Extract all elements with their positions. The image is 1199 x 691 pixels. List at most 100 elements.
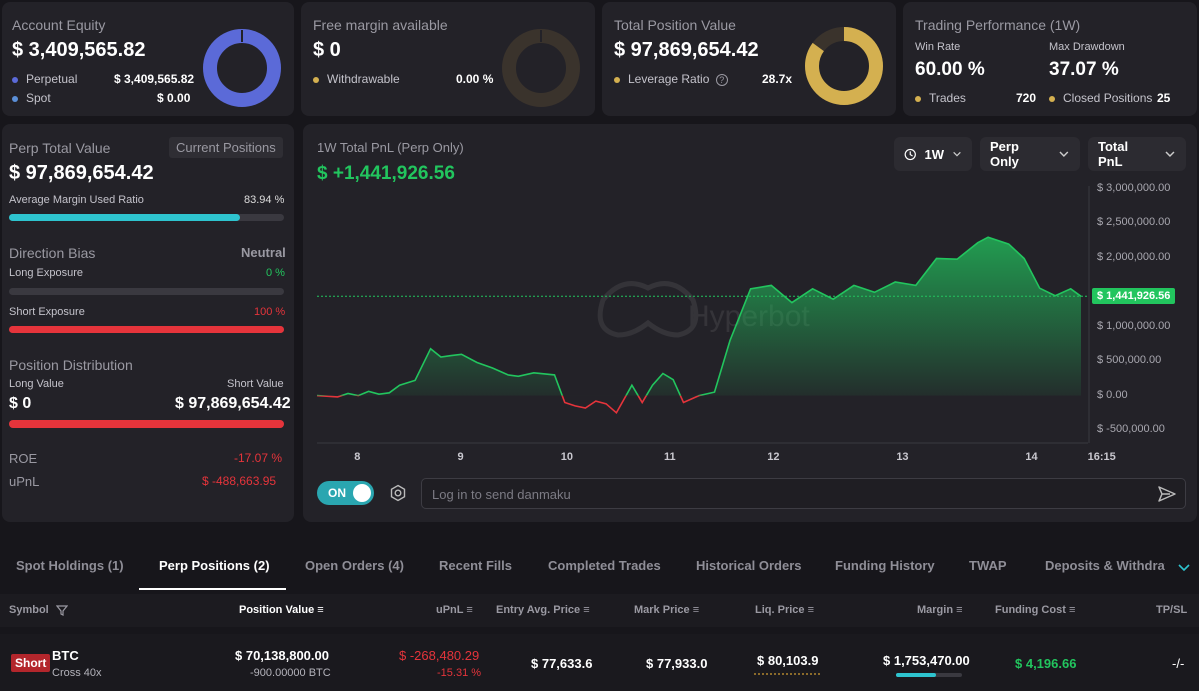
position-value-title: Total Position Value: [614, 17, 736, 33]
danmaku-toggle[interactable]: ON: [317, 481, 374, 505]
sort-icon[interactable]: ≡: [956, 604, 962, 616]
tab-recent-fills[interactable]: Recent Fills: [439, 558, 512, 573]
col-symbol[interactable]: Symbol: [9, 604, 69, 616]
perp-panel: Perp Total Value Current Positions $ 97,…: [2, 124, 294, 522]
liq-distance-indicator: [754, 673, 820, 675]
long-exposure-bar: [9, 288, 284, 295]
trades-value: 720: [1016, 91, 1037, 105]
row-upnl: $ -268,480.29: [399, 648, 480, 663]
position-distribution-label: Position Distribution: [9, 357, 133, 373]
closed-value: 25: [1157, 91, 1171, 105]
y-tick-label: $ 2,500,000.00: [1097, 216, 1171, 229]
tab-perp-positions[interactable]: Perp Positions (2): [159, 558, 270, 573]
col-symbol-label: Symbol: [9, 604, 49, 616]
win-rate-value: 60.00 %: [915, 59, 985, 80]
current-positions-button[interactable]: Current Positions: [169, 137, 283, 158]
col-entry-price[interactable]: Entry Avg. Price ≡: [496, 604, 590, 616]
leverage-label: Leverage Ratio: [628, 72, 710, 86]
danmaku-input[interactable]: Log in to send danmaku: [421, 478, 1186, 509]
perp-total-title: Perp Total Value: [9, 140, 111, 156]
send-icon[interactable]: [1157, 485, 1177, 503]
distribution-bar: [9, 420, 284, 428]
col-position-value[interactable]: Position Value ≡: [239, 604, 324, 616]
short-exposure-label: Short Exposure: [9, 306, 85, 318]
tab-twap[interactable]: TWAP: [969, 558, 1007, 573]
margin-ratio-label: Average Margin Used Ratio: [9, 194, 144, 206]
long-value-amount: $ 0: [9, 395, 32, 412]
long-exposure-label: Long Exposure: [9, 267, 83, 279]
perpetual-row: Perpetual: [12, 72, 77, 86]
tab-historical-orders[interactable]: Historical Orders: [696, 558, 802, 573]
tabs-more-chevron-icon[interactable]: [1176, 560, 1192, 574]
row-mark-price: $ 77,933.0: [646, 656, 708, 671]
sort-icon[interactable]: ≡: [1069, 604, 1075, 616]
sort-icon[interactable]: ≡: [808, 604, 814, 616]
short-exposure-bar: [9, 326, 284, 333]
col-liq-price[interactable]: Liq. Price ≡: [755, 604, 814, 616]
withdrawable-value: 0.00 %: [456, 72, 494, 86]
col-margin[interactable]: Margin ≡: [917, 604, 963, 616]
leverage-value: 28.7x: [762, 72, 793, 86]
tab-completed-trades[interactable]: Completed Trades: [548, 558, 661, 573]
perpetual-label: Perpetual: [26, 72, 78, 86]
perpetual-value: $ 3,409,565.82: [114, 72, 195, 86]
x-tick-label: 14: [1025, 451, 1038, 463]
row-upnl-pct: -15.31 %: [437, 667, 482, 679]
col-margin-label: Margin: [917, 604, 954, 616]
current-value-tag: $ 1,441,926.56: [1092, 288, 1176, 305]
x-tick-label: 16:15: [1087, 451, 1116, 463]
sort-icon[interactable]: ≡: [693, 604, 699, 616]
short-value-label: Short Value: [227, 378, 284, 390]
y-tick-label: $ 3,000,000.00: [1097, 182, 1171, 194]
closed-label: Closed Positions: [1063, 91, 1153, 105]
x-tick-label: 8: [354, 451, 361, 463]
margin-ratio-value: 83.94 %: [244, 194, 285, 206]
col-funding-cost[interactable]: Funding Cost ≡: [995, 604, 1075, 616]
chevron-down-icon: [1165, 151, 1175, 158]
drawdown-value: 37.07 %: [1049, 59, 1119, 80]
position-value-donut: [805, 27, 883, 105]
closed-row: Closed Positions: [1049, 91, 1152, 105]
scope-dropdown[interactable]: Perp Only: [980, 137, 1080, 171]
free-margin-card: Free margin available $ 0 Withdrawable 0…: [301, 2, 595, 116]
danmaku-placeholder: Log in to send danmaku: [432, 487, 571, 502]
tab-deposits-withdraw[interactable]: Deposits & Withdraw: [1045, 558, 1165, 573]
col-funding-label: Funding Cost: [995, 604, 1066, 616]
position-value-card: Total Position Value $ 97,869,654.42 Lev…: [602, 2, 896, 116]
toggle-label: ON: [328, 486, 346, 500]
win-rate-label: Win Rate: [915, 41, 961, 53]
timeframe-dropdown[interactable]: 1W: [894, 137, 972, 171]
trading-performance-card: Trading Performance (1W) Win Rate 60.00 …: [903, 2, 1197, 116]
table-row[interactable]: Short BTC Cross 40x $ 70,138,800.00 -900…: [0, 634, 1199, 691]
col-upnl[interactable]: uPnL ≡: [436, 604, 473, 616]
tab-open-orders[interactable]: Open Orders (4): [305, 558, 404, 573]
account-equity-value: $ 3,409,565.82: [12, 39, 146, 61]
upnl-value: $ -488,663.95: [202, 474, 277, 488]
tab-funding-history[interactable]: Funding History: [835, 558, 935, 573]
chevron-down-icon: [1059, 151, 1069, 158]
account-equity-card: Account Equity $ 3,409,565.82 Perpetual …: [2, 2, 294, 116]
active-tab-underline: [139, 588, 286, 590]
spot-row: Spot: [12, 91, 51, 105]
clock-icon: [904, 148, 916, 160]
tab-spot-holdings[interactable]: Spot Holdings (1): [16, 558, 124, 573]
sort-icon[interactable]: ≡: [317, 604, 323, 616]
metric-dropdown[interactable]: Total PnL: [1088, 137, 1186, 171]
perp-total-value: $ 97,869,654.42: [9, 162, 154, 184]
sort-icon[interactable]: ≡: [583, 604, 589, 616]
upnl-label: uPnL: [9, 474, 40, 489]
metric-value: Total PnL: [1098, 139, 1129, 169]
sort-icon[interactable]: ≡: [466, 604, 472, 616]
drawdown-label: Max Drawdown: [1049, 41, 1125, 53]
x-tick-label: 13: [896, 451, 909, 463]
spot-label: Spot: [26, 91, 51, 105]
withdrawable-label: Withdrawable: [327, 72, 400, 86]
help-icon[interactable]: ?: [715, 74, 728, 86]
direction-bias-label: Direction Bias: [9, 245, 96, 261]
settings-icon[interactable]: [389, 484, 407, 502]
chevron-down-icon: [953, 151, 961, 157]
col-mark-price[interactable]: Mark Price ≡: [634, 604, 699, 616]
col-tpsl: TP/SL: [1156, 604, 1188, 616]
short-exposure-value: 100 %: [254, 306, 286, 318]
filter-icon[interactable]: [55, 604, 69, 616]
